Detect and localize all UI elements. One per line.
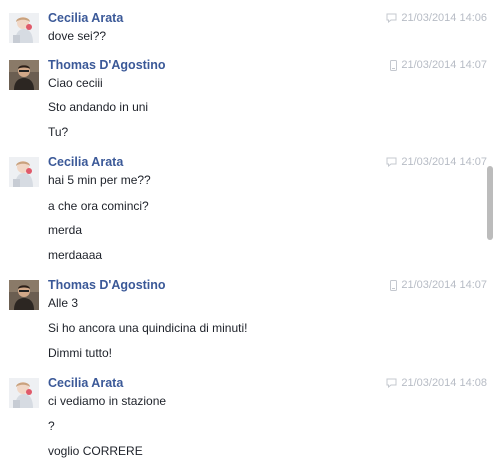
message-text: hai 5 min per me?? xyxy=(48,173,151,187)
message-text: merda xyxy=(48,223,83,237)
mobile-icon xyxy=(390,59,398,71)
timestamp: 21/03/2014 14:07 xyxy=(401,59,487,71)
mobile-icon xyxy=(390,279,398,291)
chat-icon xyxy=(386,157,397,167)
message-text: Si ho ancora una quindicina di minuti! xyxy=(48,321,248,335)
sender-name[interactable]: Thomas D'Agostino xyxy=(48,57,166,73)
chat-icon xyxy=(386,13,397,23)
timestamp: 21/03/2014 14:07 xyxy=(401,279,487,291)
cecilia-avatar[interactable] xyxy=(9,157,39,187)
message-meta: 21/03/2014 14:07 xyxy=(390,278,487,292)
sender-name[interactable]: Thomas D'Agostino xyxy=(48,277,166,293)
message-text: merdaaaa xyxy=(48,248,103,262)
message-text: Tu? xyxy=(48,125,69,139)
message-text: Sto andando in uni xyxy=(48,100,149,114)
sender-name[interactable]: Cecilia Arata xyxy=(48,10,123,26)
cecilia-avatar[interactable] xyxy=(9,378,39,408)
message-text: Ciao ceciii xyxy=(48,76,103,90)
thomas-avatar[interactable] xyxy=(9,60,39,90)
message-text: a che ora cominci? xyxy=(48,199,149,213)
message-thread[interactable]: Cecilia Arata 21/03/2014 14:06 dove sei?… xyxy=(0,0,498,466)
message-meta: 21/03/2014 14:07 xyxy=(386,155,487,169)
timestamp: 21/03/2014 14:08 xyxy=(401,377,487,389)
message-text: ci vediamo in stazione xyxy=(48,394,167,408)
thomas-avatar[interactable] xyxy=(9,280,39,310)
message-meta: 21/03/2014 14:07 xyxy=(390,58,487,72)
message-meta: 21/03/2014 14:08 xyxy=(386,376,487,390)
timestamp: 21/03/2014 14:07 xyxy=(401,156,487,168)
scrollbar-thumb[interactable] xyxy=(487,166,493,240)
cecilia-avatar[interactable] xyxy=(9,13,39,43)
message-text: voglio CORRERE xyxy=(48,444,143,458)
message-text: dove sei?? xyxy=(48,29,107,43)
message-meta: 21/03/2014 14:06 xyxy=(386,11,487,25)
chat-icon xyxy=(386,378,397,388)
timestamp: 21/03/2014 14:06 xyxy=(401,12,487,24)
message-text: Alle 3 xyxy=(48,296,79,310)
sender-name[interactable]: Cecilia Arata xyxy=(48,154,123,170)
message-text: ? xyxy=(48,419,55,433)
message-text: Dimmi tutto! xyxy=(48,346,113,360)
sender-name[interactable]: Cecilia Arata xyxy=(48,375,123,391)
